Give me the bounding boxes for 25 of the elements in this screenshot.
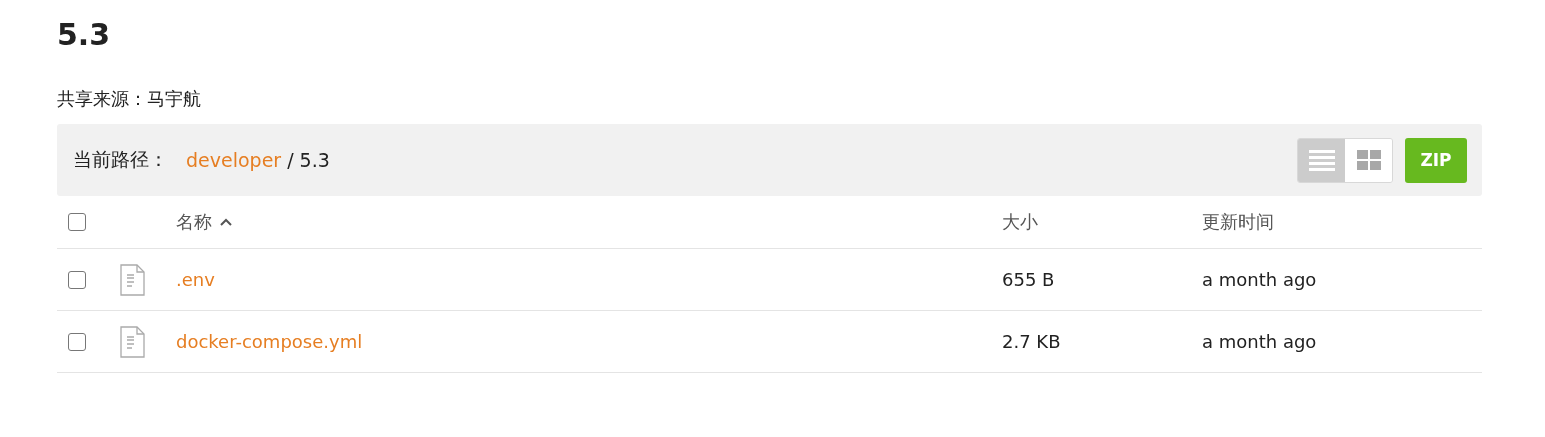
path-separator: / [287,149,294,171]
breadcrumb-current: 5.3 [299,149,330,171]
column-header[interactable]: 更新时间 [1202,211,1274,232]
checkbox[interactable] [68,270,86,289]
list-icon [1308,149,1335,171]
checkbox[interactable] [68,213,86,231]
table-cell: 655 B [1002,269,1055,290]
share-source-name: 马宇航 [147,88,201,109]
file-icon [119,263,145,296]
table-cell: a month ago [1202,269,1317,290]
column-header[interactable]: 大小 [1002,211,1038,232]
path-label: 当前路径： [73,147,168,172]
page-title: 5.3 [57,16,112,54]
table-cell: a month ago [1202,331,1317,352]
breadcrumb-link[interactable]: developer [186,149,282,171]
table-cell: 2.7 KB [1002,331,1061,352]
file-icon [119,325,145,358]
grid-icon [1355,149,1382,171]
checkbox[interactable] [68,332,86,351]
grid-view-button[interactable] [1345,138,1392,182]
zip-button[interactable]: ZIP [1405,137,1467,183]
share-source-label: 共享来源： [57,88,147,109]
file-name-link[interactable]: docker-compose.yml [176,331,363,352]
file-name-link[interactable]: .env [176,269,215,290]
column-header[interactable]: 名称 [176,210,212,234]
